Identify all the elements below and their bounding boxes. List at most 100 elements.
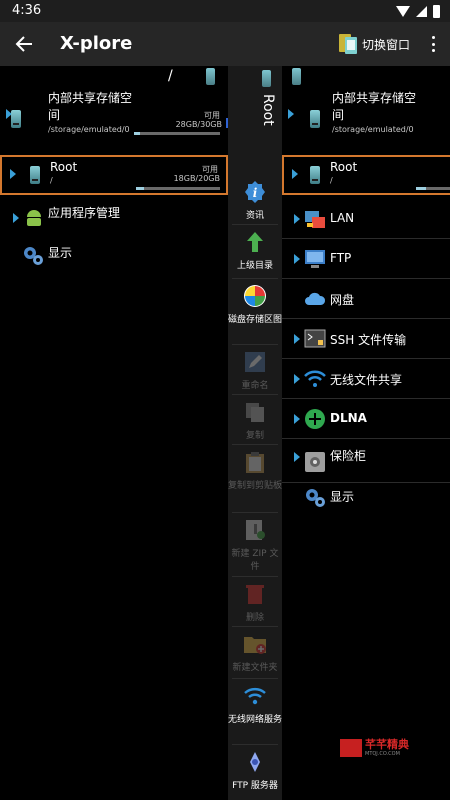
storage-usage-bar bbox=[134, 132, 220, 135]
more-options-icon[interactable] bbox=[432, 36, 436, 52]
zip-icon bbox=[246, 520, 265, 540]
tool-copy-clipboard[interactable]: 复制到剪贴板 bbox=[228, 450, 282, 493]
storage-path: /storage/emulated/0 bbox=[332, 125, 414, 134]
tool-info[interactable]: i 资讯 bbox=[228, 180, 282, 223]
menu-lan[interactable]: LAN bbox=[282, 199, 450, 239]
divider bbox=[232, 512, 278, 513]
device-icon bbox=[262, 70, 271, 87]
tool-parent-dir[interactable]: 上级目录 bbox=[228, 230, 282, 273]
menu-wifi-share[interactable]: 无线文件共享 bbox=[282, 359, 450, 399]
copy-icon bbox=[246, 403, 264, 422]
storage-entry-root[interactable]: Root 可用 18GB/20GB / bbox=[0, 155, 228, 195]
watermark-icon bbox=[340, 739, 362, 757]
left-pane: / 内部共享存储空 间 可用 28GB/30GB /storage/emulat… bbox=[0, 66, 228, 800]
tool-label: 复制 bbox=[245, 431, 264, 441]
switch-window-icon bbox=[339, 34, 357, 54]
tool-rename[interactable]: 重命名 bbox=[228, 350, 282, 393]
root-usage-bar bbox=[136, 187, 220, 190]
cloud-icon bbox=[305, 292, 326, 305]
tool-new-folder[interactable]: 新建文件夹 bbox=[228, 632, 282, 675]
tool-delete[interactable]: 删除 bbox=[228, 582, 282, 625]
tool-label: FTP 服务器 bbox=[232, 781, 278, 791]
menu-cloud[interactable]: 网盘 bbox=[282, 279, 450, 319]
expand-triangle-icon[interactable] bbox=[292, 169, 298, 179]
expand-triangle-icon[interactable] bbox=[294, 214, 300, 224]
storage-entry-internal[interactable]: 内部共享存储空 间 /storage/emulated/0 bbox=[282, 90, 450, 140]
tool-label: 资讯 bbox=[245, 211, 264, 221]
tool-label: 复制到剪贴板 bbox=[228, 481, 283, 491]
menu-label: 应用程序管理 bbox=[48, 206, 121, 220]
expand-triangle-icon[interactable] bbox=[294, 334, 300, 344]
menu-app-manager[interactable]: 应用程序管理 bbox=[0, 199, 228, 239]
menu-display[interactable]: 显示 bbox=[282, 483, 450, 523]
monitor-icon bbox=[305, 250, 325, 268]
vault-icon bbox=[305, 452, 325, 472]
device-icon bbox=[206, 68, 215, 85]
wifi-service-icon bbox=[244, 688, 266, 705]
tool-new-zip[interactable]: 新建 ZIP 文件 bbox=[228, 518, 282, 574]
divider bbox=[232, 278, 278, 279]
menu-ftp[interactable]: FTP bbox=[282, 239, 450, 279]
expand-triangle-icon[interactable] bbox=[294, 254, 300, 264]
switch-window-button[interactable]: 切换窗口 bbox=[338, 30, 410, 58]
storage-title-line1: 内部共享存储空 bbox=[48, 91, 133, 105]
menu-label: 显示 bbox=[330, 490, 355, 504]
root-path: / bbox=[50, 176, 53, 185]
menu-vault[interactable]: 保险柜 bbox=[282, 439, 450, 483]
divider bbox=[232, 344, 278, 345]
menu-display[interactable]: 显示 bbox=[0, 239, 228, 279]
storage-size: 28GB/30GB bbox=[175, 120, 222, 129]
expand-triangle-icon[interactable] bbox=[10, 169, 16, 179]
expand-triangle-icon[interactable] bbox=[294, 452, 300, 462]
right-path-bar bbox=[282, 66, 450, 86]
info-icon: i bbox=[245, 181, 265, 203]
tool-ftp-server[interactable]: FTP 服务器 bbox=[228, 750, 282, 793]
watermark-logo: 芊芊精典 MTQJ.CO.COM bbox=[340, 736, 420, 760]
divider bbox=[232, 744, 278, 745]
phone-storage-icon bbox=[11, 110, 21, 128]
back-arrow-icon[interactable] bbox=[14, 34, 34, 54]
left-path: / bbox=[168, 68, 173, 84]
root-size: 18GB/20GB bbox=[173, 174, 220, 183]
status-bar: 4:36 bbox=[0, 0, 450, 22]
tool-wifi-service[interactable]: 无线网络服务 bbox=[228, 684, 282, 727]
storage-entry-root[interactable]: Root / bbox=[282, 155, 450, 195]
storage-path: /storage/emulated/0 bbox=[48, 125, 130, 134]
wifi-icon bbox=[304, 370, 326, 387]
gear-icon bbox=[24, 247, 43, 265]
app-bar: X-plore 切换窗口 bbox=[0, 22, 450, 66]
tool-copy[interactable]: 复制 bbox=[228, 400, 282, 443]
expand-triangle-icon[interactable] bbox=[13, 213, 19, 223]
expand-triangle-icon[interactable] bbox=[294, 374, 300, 384]
menu-label: 网盘 bbox=[330, 293, 355, 307]
root-vertical-label: Root bbox=[258, 70, 280, 180]
menu-ssh[interactable]: SSH 文件传输 bbox=[282, 319, 450, 359]
android-icon bbox=[27, 210, 41, 226]
tool-label: 无线网络服务 bbox=[228, 715, 283, 725]
expand-triangle-icon[interactable] bbox=[288, 109, 294, 119]
storage-entry-internal[interactable]: 内部共享存储空 间 可用 28GB/30GB /storage/emulated… bbox=[0, 90, 228, 140]
signal-icon bbox=[416, 5, 427, 17]
root-title: Root bbox=[50, 160, 78, 174]
new-folder-icon bbox=[244, 637, 266, 654]
divider bbox=[232, 444, 278, 445]
storage-title-line2: 间 bbox=[48, 108, 61, 122]
device-icon bbox=[292, 68, 301, 85]
root-title: Root bbox=[330, 160, 358, 174]
root-usage-bar bbox=[416, 187, 450, 190]
pencil-icon bbox=[245, 352, 265, 372]
lan-icon bbox=[305, 211, 325, 228]
up-arrow-icon bbox=[247, 232, 263, 252]
tool-disk-map[interactable]: 磁盘存储区图 bbox=[228, 284, 282, 327]
expand-triangle-icon[interactable] bbox=[294, 414, 300, 424]
root-vertical-text: Root bbox=[260, 94, 276, 126]
menu-label: FTP bbox=[330, 251, 352, 265]
watermark-text: 芊芊精典 bbox=[365, 738, 409, 751]
clipboard-icon bbox=[246, 452, 264, 473]
dlna-icon bbox=[305, 409, 325, 429]
menu-dlna[interactable]: DLNA bbox=[282, 399, 450, 439]
root-usage-fill bbox=[416, 187, 427, 190]
wifi-icon bbox=[396, 5, 410, 17]
phone-storage-icon bbox=[310, 166, 320, 184]
root-path: / bbox=[330, 176, 333, 185]
